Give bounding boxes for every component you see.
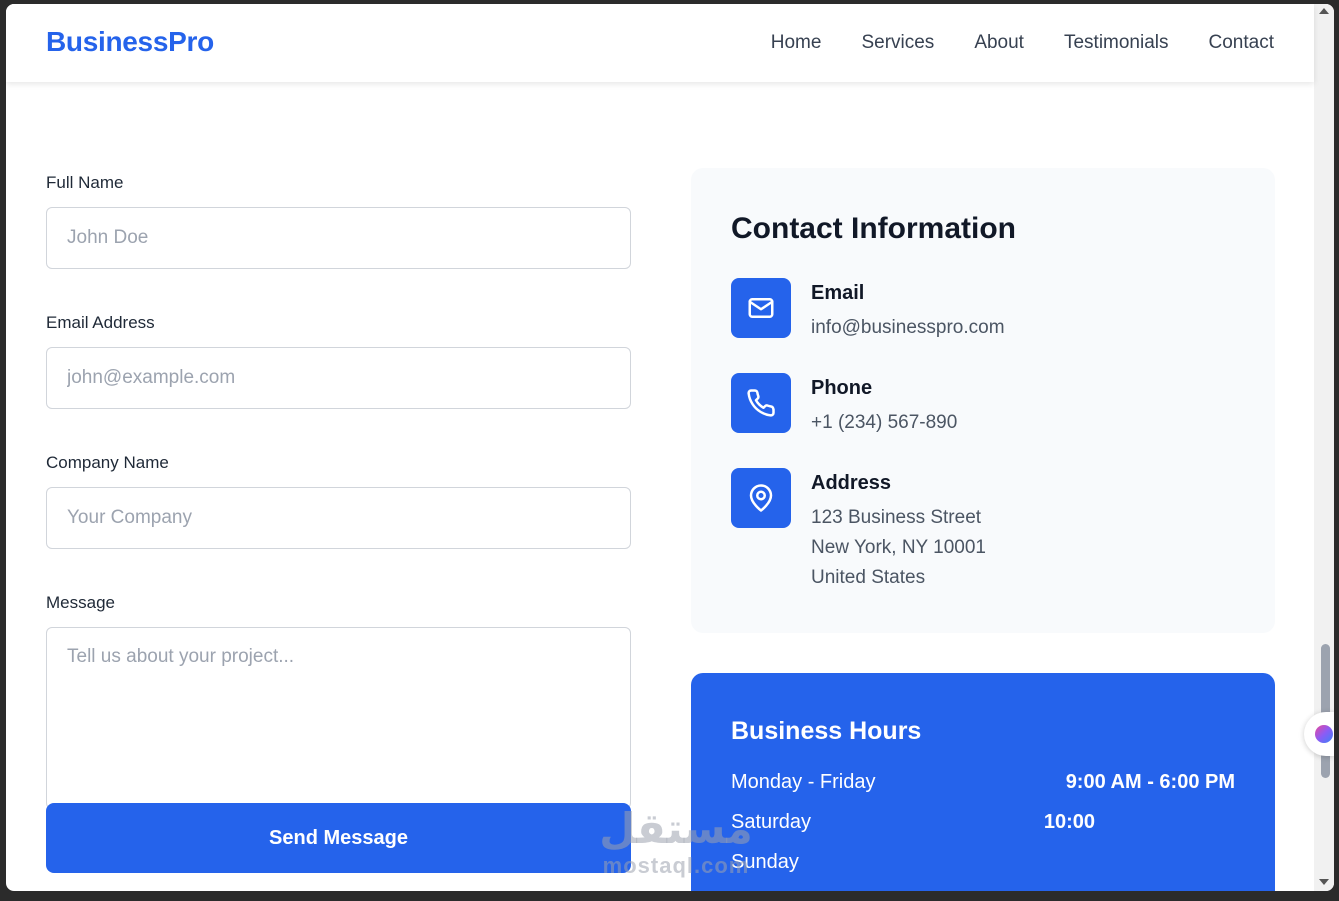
top-navbar: BusinessPro Home Services About Testimon… [6,4,1314,82]
scroll-up-arrow-icon[interactable] [1319,8,1329,14]
address-line-3: United States [811,567,926,588]
mail-icon [731,278,791,338]
hours-time: 10:00 [1043,811,1095,833]
address-line-1: 123 Business Street [811,507,982,528]
scrollbar-thumb[interactable] [1321,644,1330,778]
contact-form: Full Name Email Address Company Name Mes… [46,172,631,809]
message-field: Message [46,592,631,809]
business-hours-title: Business Hours [731,717,922,745]
company-label: Company Name [46,453,169,472]
nav-link-home[interactable]: Home [771,32,822,54]
email-input[interactable] [46,347,631,409]
email-value[interactable]: info@businesspro.com [811,317,1005,339]
phone-heading: Phone [811,377,873,399]
phone-icon [731,373,791,433]
email-heading: Email [811,282,865,304]
full-name-input[interactable] [46,207,631,269]
email-label: Email Address [46,313,155,332]
send-message-button[interactable]: Send Message [46,803,631,873]
message-label: Message [46,593,115,612]
nav-link-services[interactable]: Services [861,32,934,54]
address-line-2: New York, NY 10001 [811,537,986,558]
company-input[interactable] [46,487,631,549]
full-name-field: Full Name [46,172,631,269]
browser-window: BusinessPro Home Services About Testimon… [6,4,1334,891]
hours-day: Sunday [731,851,799,873]
address-heading: Address [811,472,892,494]
assistant-icon [1315,725,1333,743]
brand-logo[interactable]: BusinessPro [46,26,214,58]
contact-info-card: Contact Information Email info@businessp… [691,168,1275,633]
hours-day: Monday - Friday [731,771,876,793]
full-name-label: Full Name [46,173,124,192]
nav-links: Home Services About Testimonials Contact [771,32,1274,54]
nav-link-testimonials[interactable]: Testimonials [1064,32,1169,54]
assistant-widget-button[interactable] [1304,712,1334,756]
phone-value[interactable]: +1 (234) 567-890 [811,412,957,434]
vertical-scrollbar[interactable] [1314,4,1334,891]
map-pin-icon [731,468,791,528]
hours-day: Saturday [731,811,812,833]
business-hours-card: Business Hours Monday - Friday 9:00 AM -… [691,673,1275,891]
hours-time: 9:00 AM - 6:00 PM [1065,771,1235,793]
company-field: Company Name [46,452,631,549]
contact-info-title: Contact Information [731,212,1016,245]
nav-link-about[interactable]: About [974,32,1024,54]
nav-link-contact[interactable]: Contact [1209,32,1274,54]
scroll-down-arrow-icon[interactable] [1319,879,1329,885]
email-field: Email Address [46,312,631,409]
message-textarea[interactable] [46,627,631,809]
